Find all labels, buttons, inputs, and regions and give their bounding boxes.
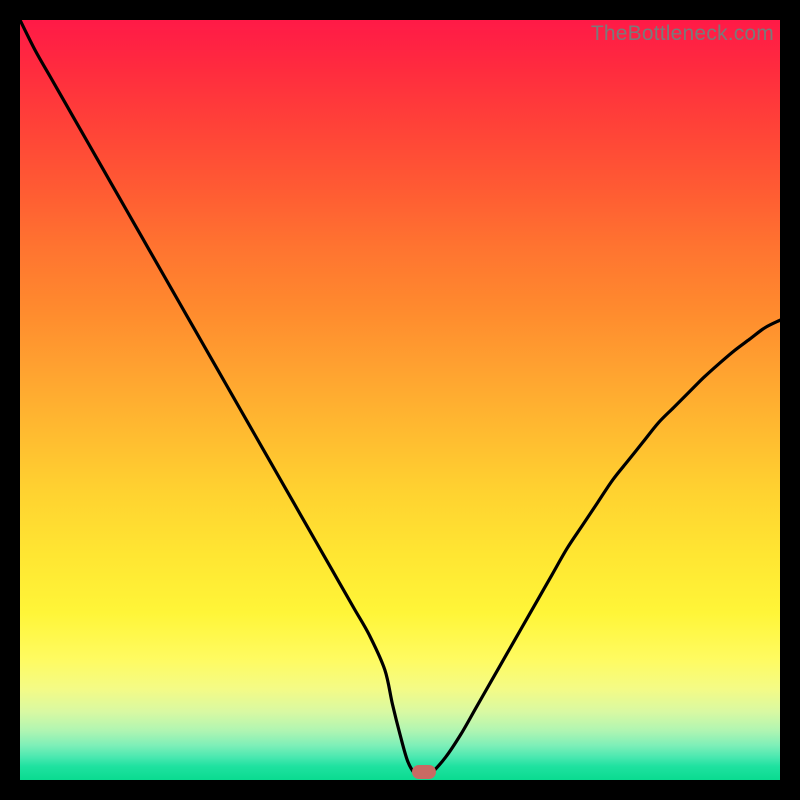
plot-area: TheBottleneck.com xyxy=(20,20,780,780)
watermark: TheBottleneck.com xyxy=(591,22,774,46)
bottleneck-curve xyxy=(20,20,780,780)
chart-frame: TheBottleneck.com xyxy=(0,0,800,800)
optimum-marker xyxy=(412,765,436,779)
